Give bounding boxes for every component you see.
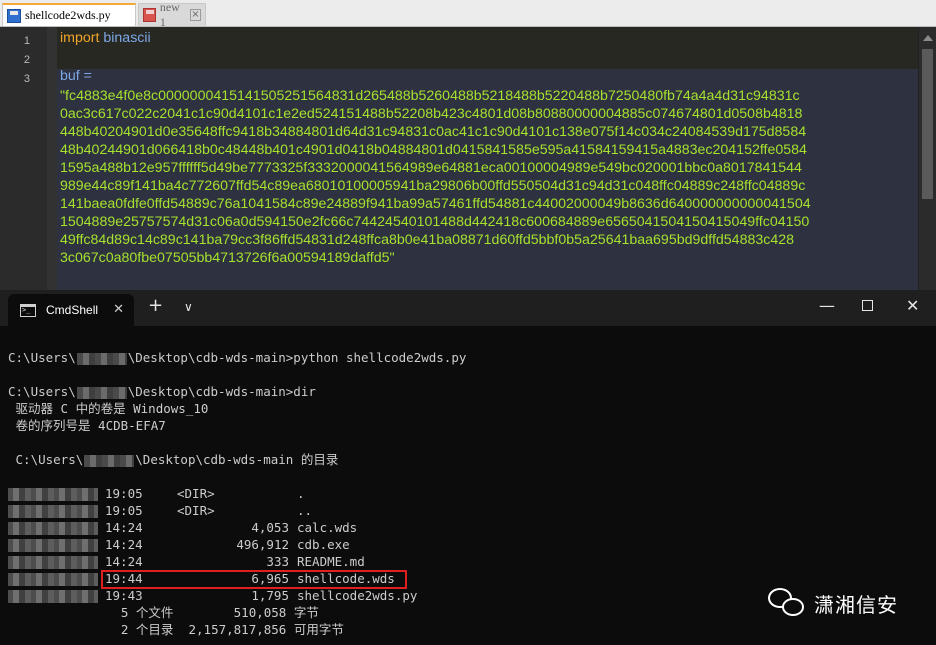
- tab-label: new 1: [159, 0, 180, 29]
- tab-new-1[interactable]: new 1 ×: [138, 0, 206, 29]
- redacted-date: [8, 590, 98, 603]
- dir-count-summary: 2 个目录 2,157,817,856 可用字节: [8, 622, 344, 637]
- buf-string-line: 141baea0fdfe0ffd54889c76a1041584c89e2488…: [60, 196, 811, 212]
- scroll-up-icon[interactable]: [923, 35, 933, 41]
- entry-name: calc.wds: [297, 520, 358, 535]
- dir-entry-row: 14:24 333 README.md: [8, 553, 365, 570]
- redacted-date: [8, 573, 98, 586]
- volume-serial-line: 卷的序列号是 4CDB-EFA7: [8, 418, 166, 433]
- buf-string-line: 448b40204901d0e35648ffc9418b34884801d64d…: [60, 124, 807, 140]
- entry-size: 333: [266, 554, 289, 569]
- entry-time: 14:24: [105, 520, 143, 535]
- buf-string-line: 1595a488b12e957ffffff5d49be7773325f33320…: [60, 160, 802, 176]
- command-line-dir: C:\Users\ \Desktop\cdb-wds-main>dir: [8, 383, 316, 400]
- entry-time: 14:24: [105, 554, 143, 569]
- entry-name: shellcode2wds.py: [297, 588, 418, 603]
- buf-string-line: 3c067c0a80fbe07505bb4713726f6a00594189da…: [60, 250, 395, 266]
- tab-cmdshell[interactable]: CmdShell ✕: [8, 294, 134, 326]
- buf-string-line: 48b40244901d066418b0c48448b401c4901d0418…: [60, 142, 807, 158]
- line-number: 1: [23, 35, 30, 47]
- directory-path: C:\Users\: [8, 452, 84, 467]
- watermark: 潇湘信安: [768, 588, 898, 618]
- dir-entry-row: 14:24 496,912 cdb.exe: [8, 536, 350, 553]
- tab-shellcode2wds-py[interactable]: shellcode2wds.py: [2, 3, 136, 26]
- directory-path: \Desktop\cdb-wds-main 的目录: [135, 452, 339, 467]
- scrollbar-thumb[interactable]: [922, 49, 933, 199]
- chevron-down-icon[interactable]: ∨: [184, 300, 193, 314]
- redacted-username: [84, 454, 135, 467]
- entry-type: <DIR>: [177, 503, 215, 518]
- entry-name: ..: [297, 503, 313, 518]
- redacted-username: [76, 352, 127, 365]
- buf-string-line: "fc4883e4f0e8c0000000415141505251564831d…: [60, 88, 800, 104]
- watermark-text: 潇湘信安: [814, 592, 898, 617]
- entry-time: 14:24: [105, 537, 143, 552]
- code-line-1: import binascii: [60, 29, 151, 48]
- redacted-date: [8, 505, 98, 518]
- prompt-path: C:\Users\: [8, 384, 76, 399]
- entry-size: 1,795: [251, 588, 289, 603]
- module-name: binascii: [103, 30, 151, 46]
- dir-entry-row: 19:05 <DIR>.: [8, 485, 305, 502]
- cmd-icon: [20, 303, 36, 317]
- line-number: 3: [23, 73, 30, 85]
- entry-type: <DIR>: [177, 486, 215, 501]
- fold-margin: [47, 27, 57, 290]
- entry-size: 496,912: [236, 537, 289, 552]
- terminal-title-bar: CmdShell ✕ + ∨ — ✕: [0, 290, 936, 326]
- redacted-date: [8, 556, 98, 569]
- redacted-username: [76, 386, 127, 399]
- editor-tab-bar: shellcode2wds.py new 1 ×: [0, 0, 936, 29]
- buf-string-line: 1504889e25757574d31c06a0d594150e2fc66c74…: [60, 214, 810, 230]
- close-icon[interactable]: ×: [189, 9, 201, 21]
- dir-entry-row: 19:05 <DIR>..: [8, 502, 312, 519]
- code-line-3: buf =: [60, 67, 92, 86]
- highlight-box: [101, 570, 407, 589]
- prompt-path: C:\Users\: [8, 350, 76, 365]
- redacted-date: [8, 522, 98, 535]
- dir-entry-row: 19:43 1,795 shellcode2wds.py: [8, 587, 417, 604]
- line-number: 2: [23, 54, 30, 66]
- entry-time: 19:05: [105, 486, 143, 501]
- close-window-button[interactable]: ✕: [906, 296, 919, 315]
- prompt-command: \Desktop\cdb-wds-main>python shellcode2w…: [127, 350, 467, 365]
- entry-name: .: [297, 486, 305, 501]
- file-count-summary: 5 个文件 510,058 字节: [8, 605, 319, 620]
- entry-name: README.md: [297, 554, 365, 569]
- buf-string-line: 989e44c89f141ba4c772607ffd54c89ea6801010…: [60, 178, 806, 194]
- maximize-button[interactable]: [862, 300, 873, 311]
- line-number-gutter: 1 2 3: [0, 27, 47, 290]
- prompt-command: \Desktop\cdb-wds-main>dir: [127, 384, 316, 399]
- close-icon[interactable]: ✕: [113, 302, 124, 317]
- variable-assignment: buf =: [60, 68, 92, 84]
- vertical-scrollbar[interactable]: [918, 27, 936, 290]
- terminal-tab-label: CmdShell: [46, 303, 99, 317]
- entry-time: 19:05: [105, 503, 143, 518]
- new-tab-button[interactable]: +: [148, 295, 163, 316]
- unsaved-file-icon: [143, 8, 156, 22]
- redacted-date: [8, 488, 98, 501]
- code-editor-window: shellcode2wds.py new 1 × 1 2 3 import bi…: [0, 0, 936, 290]
- command-line-python: C:\Users\ \Desktop\cdb-wds-main>python sh…: [8, 349, 466, 366]
- buf-string-line: 49ffc84d89c14c89c141ba79cc3f86ffd54831d2…: [60, 232, 795, 248]
- wechat-icon: [768, 588, 806, 618]
- redacted-date: [8, 539, 98, 552]
- dir-entry-row: 14:24 4,053 calc.wds: [8, 519, 357, 536]
- code-area[interactable]: import binascii buf = "fc4883e4f0e8c0000…: [60, 27, 920, 290]
- tab-label: shellcode2wds.py: [25, 8, 111, 22]
- import-keyword: import: [60, 30, 100, 46]
- volume-label-line: 驱动器 C 中的卷是 Windows_10: [8, 401, 209, 416]
- directory-header-line: C:\Users\ \Desktop\cdb-wds-main 的目录: [8, 451, 339, 468]
- minimize-button[interactable]: —: [819, 296, 835, 315]
- buf-string-line: 0ac3c617c022c2041c1c90d4101c1e2ed5241514…: [60, 106, 803, 122]
- entry-size: 4,053: [251, 520, 289, 535]
- entry-name: cdb.exe: [297, 537, 350, 552]
- saved-file-icon: [7, 8, 21, 23]
- dir-entry-row-highlighted: 19:44 6,965 shellcode.wds: [8, 570, 395, 587]
- entry-time: 19:43: [105, 588, 143, 603]
